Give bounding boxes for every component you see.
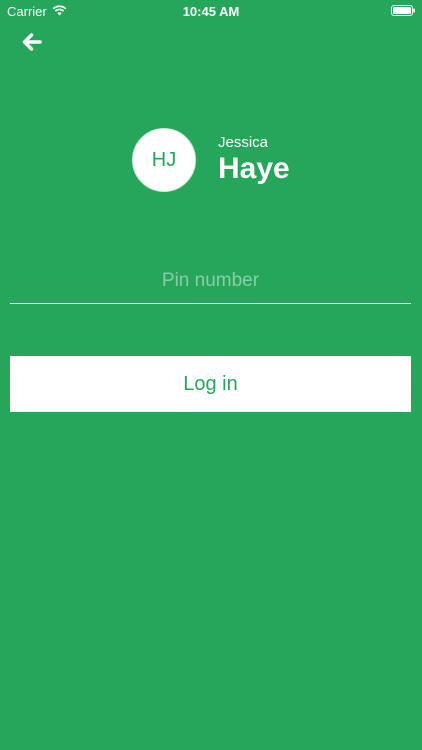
user-first-name: Jessica	[218, 134, 269, 151]
pin-number-input[interactable]	[10, 258, 411, 304]
login-button[interactable]: Log in	[10, 356, 411, 412]
avatar-initials: HJ	[151, 148, 177, 171]
status-time: 10:45 AM	[182, 4, 240, 19]
status-bar: Carrier 10:45 AM	[0, 0, 422, 22]
back-arrow-icon	[22, 33, 42, 51]
user-last-name: Haye	[218, 152, 290, 185]
avatar: HJ	[132, 128, 196, 192]
battery-icon	[391, 5, 415, 16]
back-button[interactable]	[20, 30, 44, 54]
